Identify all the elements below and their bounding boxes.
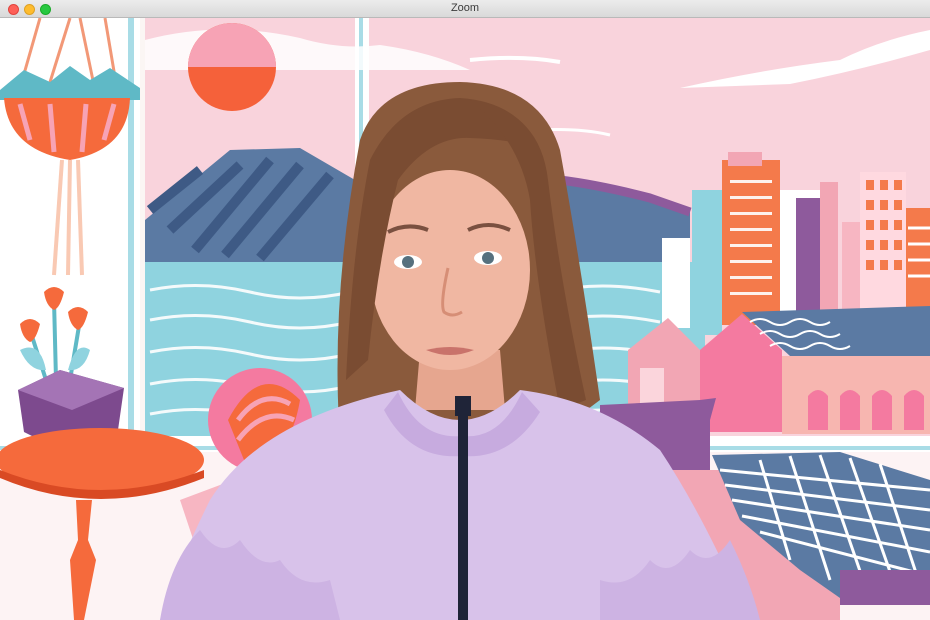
sun (188, 23, 276, 111)
video-feed (0, 18, 930, 620)
window-title: Zoom (450, 2, 480, 14)
window-titlebar[interactable]: Zoom (0, 0, 930, 18)
zoom-window: Zoom (0, 0, 930, 620)
virtual-background (0, 18, 930, 620)
